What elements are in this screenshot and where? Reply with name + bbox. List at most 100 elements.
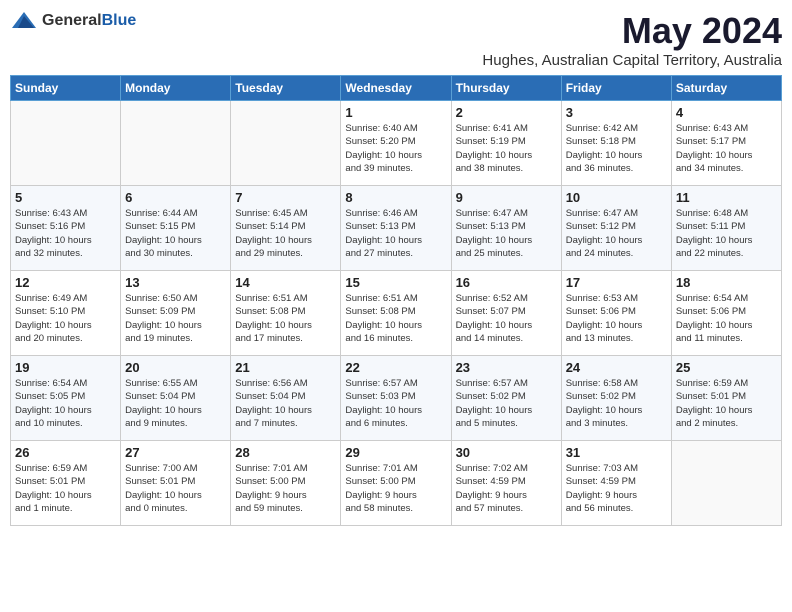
day-number: 13 <box>125 275 226 290</box>
day-number: 5 <box>15 190 116 205</box>
day-number: 1 <box>345 105 446 120</box>
day-number: 31 <box>566 445 667 460</box>
day-info: Sunrise: 6:46 AM Sunset: 5:13 PM Dayligh… <box>345 207 446 260</box>
day-number: 22 <box>345 360 446 375</box>
day-info: Sunrise: 7:03 AM Sunset: 4:59 PM Dayligh… <box>566 462 667 515</box>
day-number: 25 <box>676 360 777 375</box>
location-title: Hughes, Australian Capital Territory, Au… <box>482 52 782 69</box>
day-info: Sunrise: 6:41 AM Sunset: 5:19 PM Dayligh… <box>456 122 557 175</box>
day-number: 19 <box>15 360 116 375</box>
month-title: May 2024 <box>482 10 782 52</box>
day-number: 9 <box>456 190 557 205</box>
day-info: Sunrise: 6:54 AM Sunset: 5:05 PM Dayligh… <box>15 377 116 430</box>
calendar-cell: 17 Sunrise: 6:53 AM Sunset: 5:06 PM Dayli… <box>561 271 671 356</box>
calendar-cell: 13 Sunrise: 6:50 AM Sunset: 5:09 PM Dayli… <box>121 271 231 356</box>
day-info: Sunrise: 6:59 AM Sunset: 5:01 PM Dayligh… <box>15 462 116 515</box>
day-number: 16 <box>456 275 557 290</box>
calendar-cell: 25Sunrise: 6:59 AM Sunset: 5:01 PM Dayli… <box>671 356 781 441</box>
day-number: 29 <box>345 445 446 460</box>
day-number: 28 <box>235 445 336 460</box>
day-info: Sunrise: 6:57 AM Sunset: 5:03 PM Dayligh… <box>345 377 446 430</box>
day-info: Sunrise: 6:52 AM Sunset: 5:07 PM Dayligh… <box>456 292 557 345</box>
day-info: Sunrise: 6:49 AM Sunset: 5:10 PM Dayligh… <box>15 292 116 345</box>
calendar-cell: 21 Sunrise: 6:56 AM Sunset: 5:04 PM Dayli… <box>231 356 341 441</box>
calendar-cell: 16 Sunrise: 6:52 AM Sunset: 5:07 PM Dayli… <box>451 271 561 356</box>
day-number: 23 <box>456 360 557 375</box>
day-info: Sunrise: 6:57 AM Sunset: 5:02 PM Dayligh… <box>456 377 557 430</box>
calendar-cell: 15 Sunrise: 6:51 AM Sunset: 5:08 PM Dayli… <box>341 271 451 356</box>
calendar-cell: 18 Sunrise: 6:54 AM Sunset: 5:06 PM Dayli… <box>671 271 781 356</box>
day-number: 8 <box>345 190 446 205</box>
day-info: Sunrise: 6:45 AM Sunset: 5:14 PM Dayligh… <box>235 207 336 260</box>
calendar-cell: 12 Sunrise: 6:49 AM Sunset: 5:10 PM Dayli… <box>11 271 121 356</box>
weekday-header-friday: Friday <box>561 76 671 101</box>
calendar-cell: 4 Sunrise: 6:43 AM Sunset: 5:17 PM Daylig… <box>671 101 781 186</box>
day-number: 20 <box>125 360 226 375</box>
logo-general: General <box>42 12 102 29</box>
day-info: Sunrise: 6:56 AM Sunset: 5:04 PM Dayligh… <box>235 377 336 430</box>
day-number: 7 <box>235 190 336 205</box>
calendar-cell: 9Sunrise: 6:47 AM Sunset: 5:13 PM Daylig… <box>451 186 561 271</box>
day-number: 14 <box>235 275 336 290</box>
day-number: 15 <box>345 275 446 290</box>
day-number: 26 <box>15 445 116 460</box>
weekday-header-wednesday: Wednesday <box>341 76 451 101</box>
day-info: Sunrise: 6:55 AM Sunset: 5:04 PM Dayligh… <box>125 377 226 430</box>
day-number: 11 <box>676 190 777 205</box>
week-row-3: 12 Sunrise: 6:49 AM Sunset: 5:10 PM Dayli… <box>11 271 782 356</box>
calendar-cell: 31 Sunrise: 7:03 AM Sunset: 4:59 PM Dayli… <box>561 441 671 526</box>
day-info: Sunrise: 6:43 AM Sunset: 5:16 PM Dayligh… <box>15 207 116 260</box>
day-number: 17 <box>566 275 667 290</box>
day-number: 27 <box>125 445 226 460</box>
day-info: Sunrise: 6:40 AM Sunset: 5:20 PM Dayligh… <box>345 122 446 175</box>
week-row-4: 19 Sunrise: 6:54 AM Sunset: 5:05 PM Dayli… <box>11 356 782 441</box>
day-number: 4 <box>676 105 777 120</box>
weekday-header-monday: Monday <box>121 76 231 101</box>
calendar-cell: 24Sunrise: 6:58 AM Sunset: 5:02 PM Dayli… <box>561 356 671 441</box>
calendar-cell: 19 Sunrise: 6:54 AM Sunset: 5:05 PM Dayli… <box>11 356 121 441</box>
calendar-cell: 20 Sunrise: 6:55 AM Sunset: 5:04 PM Dayli… <box>121 356 231 441</box>
calendar-cell <box>121 101 231 186</box>
calendar-cell: 2 Sunrise: 6:41 AM Sunset: 5:19 PM Daylig… <box>451 101 561 186</box>
calendar-cell: 1 Sunrise: 6:40 AM Sunset: 5:20 PM Daylig… <box>341 101 451 186</box>
day-info: Sunrise: 6:54 AM Sunset: 5:06 PM Dayligh… <box>676 292 777 345</box>
calendar-cell: 28 Sunrise: 7:01 AM Sunset: 5:00 PM Dayli… <box>231 441 341 526</box>
day-info: Sunrise: 6:51 AM Sunset: 5:08 PM Dayligh… <box>235 292 336 345</box>
day-number: 30 <box>456 445 557 460</box>
day-info: Sunrise: 7:01 AM Sunset: 5:00 PM Dayligh… <box>345 462 446 515</box>
day-number: 2 <box>456 105 557 120</box>
calendar-cell: 11Sunrise: 6:48 AM Sunset: 5:11 PM Dayli… <box>671 186 781 271</box>
logo-text: GeneralBlue <box>42 12 136 30</box>
day-number: 3 <box>566 105 667 120</box>
week-row-1: 1 Sunrise: 6:40 AM Sunset: 5:20 PM Daylig… <box>11 101 782 186</box>
calendar-cell: 6Sunrise: 6:44 AM Sunset: 5:15 PM Daylig… <box>121 186 231 271</box>
calendar-table: SundayMondayTuesdayWednesdayThursdayFrid… <box>10 75 782 526</box>
day-info: Sunrise: 6:50 AM Sunset: 5:09 PM Dayligh… <box>125 292 226 345</box>
calendar-cell: 10Sunrise: 6:47 AM Sunset: 5:12 PM Dayli… <box>561 186 671 271</box>
day-info: Sunrise: 7:01 AM Sunset: 5:00 PM Dayligh… <box>235 462 336 515</box>
weekday-header-sunday: Sunday <box>11 76 121 101</box>
day-info: Sunrise: 6:58 AM Sunset: 5:02 PM Dayligh… <box>566 377 667 430</box>
day-number: 21 <box>235 360 336 375</box>
calendar-cell <box>231 101 341 186</box>
calendar-cell: 23 Sunrise: 6:57 AM Sunset: 5:02 PM Dayli… <box>451 356 561 441</box>
day-info: Sunrise: 6:42 AM Sunset: 5:18 PM Dayligh… <box>566 122 667 175</box>
calendar-cell: 3 Sunrise: 6:42 AM Sunset: 5:18 PM Daylig… <box>561 101 671 186</box>
weekday-header-thursday: Thursday <box>451 76 561 101</box>
calendar-cell <box>671 441 781 526</box>
calendar-cell: 26 Sunrise: 6:59 AM Sunset: 5:01 PM Dayli… <box>11 441 121 526</box>
week-row-2: 5 Sunrise: 6:43 AM Sunset: 5:16 PM Daylig… <box>11 186 782 271</box>
day-info: Sunrise: 6:51 AM Sunset: 5:08 PM Dayligh… <box>345 292 446 345</box>
title-section: May 2024 Hughes, Australian Capital Terr… <box>482 10 782 69</box>
day-info: Sunrise: 7:02 AM Sunset: 4:59 PM Dayligh… <box>456 462 557 515</box>
day-info: Sunrise: 6:43 AM Sunset: 5:17 PM Dayligh… <box>676 122 777 175</box>
calendar-cell: 7 Sunrise: 6:45 AM Sunset: 5:14 PM Daylig… <box>231 186 341 271</box>
week-row-5: 26 Sunrise: 6:59 AM Sunset: 5:01 PM Dayli… <box>11 441 782 526</box>
day-number: 12 <box>15 275 116 290</box>
day-info: Sunrise: 6:53 AM Sunset: 5:06 PM Dayligh… <box>566 292 667 345</box>
calendar-cell: 8 Sunrise: 6:46 AM Sunset: 5:13 PM Daylig… <box>341 186 451 271</box>
calendar-cell: 5 Sunrise: 6:43 AM Sunset: 5:16 PM Daylig… <box>11 186 121 271</box>
day-info: Sunrise: 6:44 AM Sunset: 5:15 PM Dayligh… <box>125 207 226 260</box>
day-number: 18 <box>676 275 777 290</box>
weekday-header-saturday: Saturday <box>671 76 781 101</box>
